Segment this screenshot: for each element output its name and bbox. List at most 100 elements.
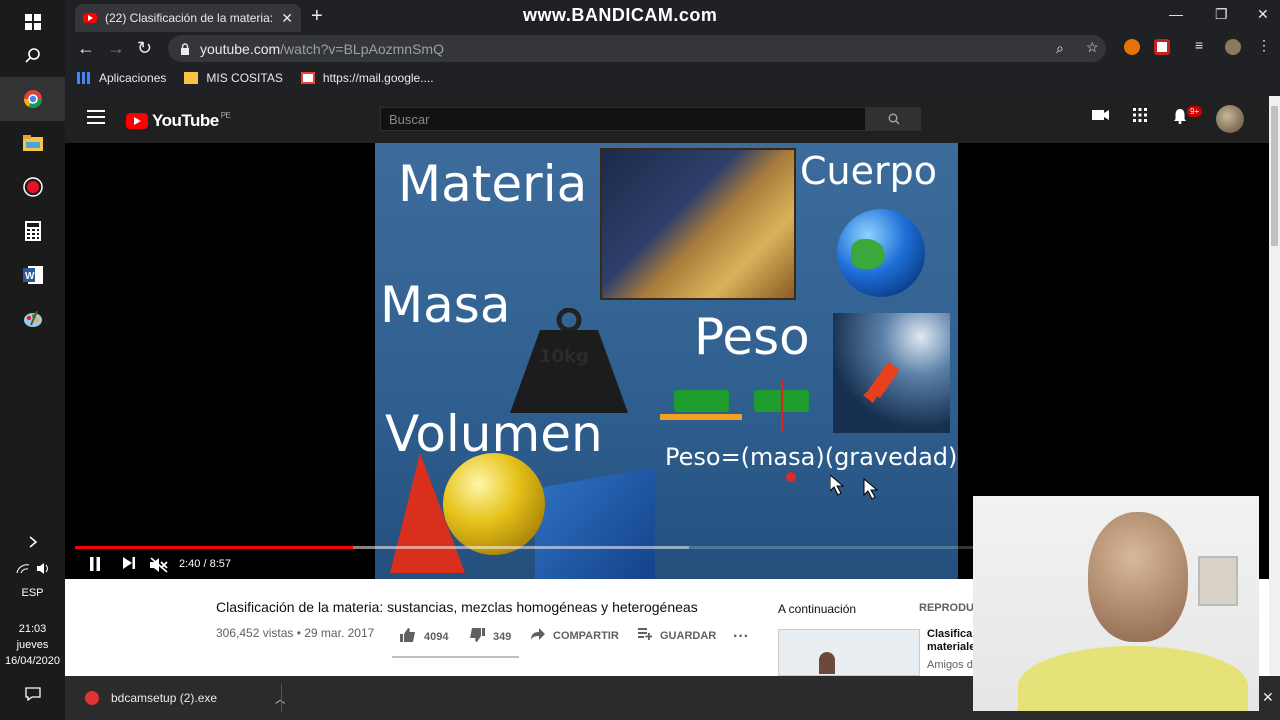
logo-text: YouTube: [152, 111, 219, 130]
sentiment-bar: [392, 656, 519, 658]
restore-button[interactable]: ❐: [1215, 6, 1228, 23]
cursor-icon: [830, 475, 879, 500]
close-tab-icon[interactable]: ✕: [281, 10, 293, 27]
apps-grid-icon[interactable]: [1133, 108, 1147, 127]
bandicam-record-icon[interactable]: [0, 165, 65, 209]
slide-yellow-sphere: [443, 453, 545, 555]
bookmark-apps[interactable]: Aplicaciones: [77, 71, 166, 85]
installer-icon: [85, 691, 99, 705]
progress-bar[interactable]: [75, 546, 973, 549]
profile-avatar[interactable]: [1225, 39, 1241, 55]
slide-space-image: [833, 313, 950, 433]
apps-grid-icon: [77, 72, 91, 84]
slide-orange-bar: [660, 414, 742, 420]
slide-word-peso: Peso: [694, 308, 810, 366]
pause-button[interactable]: [89, 557, 101, 574]
action-center-icon[interactable]: [0, 672, 65, 716]
share-arrow-icon: [531, 628, 545, 643]
network-volume-icon[interactable]: [0, 548, 65, 588]
like-button[interactable]: 4094: [400, 628, 448, 645]
save-label: GUARDAR: [660, 629, 717, 642]
search-input[interactable]: Buscar: [380, 107, 866, 131]
video-title: Clasificación de la materia: sustancias,…: [216, 599, 698, 615]
like-count: 4094: [424, 630, 449, 643]
language-indicator[interactable]: ESP: [0, 587, 65, 599]
word-icon[interactable]: W: [0, 253, 65, 297]
video-frame-slide: Materia Cuerpo Masa 10kg Peso Peso=(masa…: [375, 143, 958, 579]
hamburger-menu-icon[interactable]: [87, 110, 105, 129]
download-filename: bdcamsetup (2).exe: [111, 691, 218, 705]
address-bar[interactable]: youtube.com/watch?v=BLpAozmnSmQ ⌕ ☆: [168, 35, 1106, 62]
back-arrow-icon[interactable]: ←: [77, 38, 95, 59]
reload-icon[interactable]: ↻: [137, 38, 152, 59]
player-controls: 2:40 / 8:57: [65, 543, 973, 579]
notifications-bell-icon[interactable]: [1173, 108, 1187, 129]
search-icon: [888, 113, 899, 125]
folder-icon: [184, 72, 199, 84]
bookmark-gmail[interactable]: https://mail.google....: [300, 71, 434, 85]
bookmarks-bar: Aplicaciones MIS COSITAS https://mail.go…: [65, 64, 1280, 92]
zoom-icon[interactable]: ⌕: [1056, 40, 1064, 57]
pocket-icon[interactable]: [1154, 39, 1170, 55]
bookmark-mis-cositas[interactable]: MIS COSITAS: [184, 71, 283, 85]
windows-taskbar: W ESP 21:03 jueves 16/04/2020: [0, 0, 65, 720]
webcam-overlay: [973, 496, 1259, 711]
time-display: 2:40 / 8:57: [179, 558, 231, 570]
slide-word-materia: Materia: [398, 155, 588, 213]
webcam-person-head: [1088, 512, 1188, 642]
mute-button[interactable]: [150, 557, 168, 576]
menu-dots-icon[interactable]: ⋮: [1257, 37, 1273, 53]
next-video-button[interactable]: [123, 557, 135, 572]
suggested-video-channel: Amigos d: [927, 659, 973, 671]
browser-toolbar: ← → ↻ youtube.com/watch?v=BLpAozmnSmQ ⌕ …: [65, 32, 1280, 64]
youtube-play-icon: [126, 113, 148, 129]
forward-arrow-icon[interactable]: →: [107, 38, 125, 59]
save-button[interactable]: GUARDAR: [638, 628, 716, 643]
paint-icon[interactable]: [0, 297, 65, 341]
youtube-logo[interactable]: YouTube PE: [126, 111, 231, 131]
chrome-icon[interactable]: [0, 77, 65, 121]
slide-force-arrow: [781, 380, 783, 432]
search-button[interactable]: [866, 107, 921, 131]
slide-green-block: [674, 390, 729, 412]
share-button[interactable]: COMPARTIR: [531, 628, 619, 643]
slide-engraving-image: [600, 148, 796, 300]
create-video-icon[interactable]: [1092, 108, 1110, 126]
new-tab-button[interactable]: +: [311, 5, 323, 28]
minimize-button[interactable]: —: [1169, 6, 1183, 22]
page-scrollbar[interactable]: [1269, 96, 1280, 676]
calculator-icon[interactable]: [0, 209, 65, 253]
url-host: youtube.com: [200, 40, 281, 57]
notification-badge: 9+: [1187, 106, 1203, 117]
close-window-button[interactable]: ✕: [1257, 6, 1269, 23]
suggested-video-thumbnail[interactable]: [778, 629, 920, 676]
file-explorer-icon[interactable]: [0, 121, 65, 165]
search-icon[interactable]: [0, 34, 65, 78]
bookmark-star-icon[interactable]: ☆: [1086, 39, 1099, 56]
video-views-date: 306,452 vistas • 29 mar. 2017: [216, 626, 375, 640]
close-downloads-icon[interactable]: ✕: [1262, 689, 1274, 706]
up-next-label: A continuación: [778, 602, 857, 616]
media-control-icon[interactable]: ≡: [1195, 37, 1211, 53]
slide-word-masa: Masa: [380, 276, 511, 334]
clock-day: jueves: [16, 639, 49, 651]
account-avatar[interactable]: [1216, 105, 1244, 133]
webcam-person-shirt: [1018, 646, 1248, 711]
dislike-button[interactable]: 349: [469, 628, 511, 645]
browser-tab[interactable]: (22) Clasificación de la materia: s ✕: [75, 4, 301, 32]
playlist-add-icon: [638, 628, 653, 643]
gmail-icon: [300, 72, 315, 84]
download-item[interactable]: bdcamsetup (2).exe ︿: [85, 691, 285, 706]
played-bar: [75, 546, 354, 549]
thumbnail-person: [819, 652, 835, 674]
extension-icon[interactable]: [1124, 39, 1140, 55]
thumbs-up-icon: [400, 628, 416, 645]
slide-red-dot: [786, 472, 796, 482]
url-path: /watch?v=BLpAozmnSmQ: [280, 40, 444, 57]
more-options-icon[interactable]: ···: [733, 628, 749, 646]
slide-word-cuerpo: Cuerpo: [800, 149, 937, 193]
clock-time[interactable]: 21:03: [0, 623, 65, 635]
weight-label: 10kg: [539, 346, 589, 367]
bookmark-label: MIS COSITAS: [206, 71, 283, 85]
scrollbar-thumb[interactable]: [1271, 106, 1278, 246]
